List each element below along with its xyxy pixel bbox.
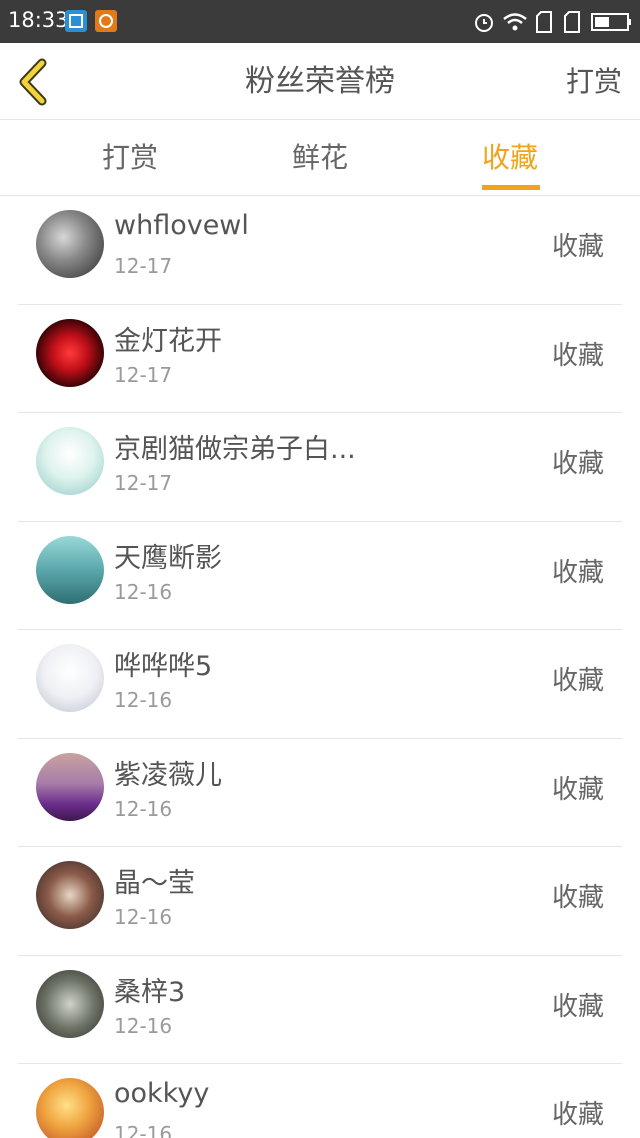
list-item[interactable]: 晶～莹 12-16 收藏	[0, 847, 640, 956]
tab-bar: 打赏 鲜花 收藏	[0, 120, 640, 196]
status-time: 18:33	[8, 8, 69, 32]
fan-name: whflovewl	[114, 210, 249, 241]
fan-date: 12-16	[114, 796, 173, 821]
avatar	[36, 210, 104, 278]
list-item[interactable]: 天鹰断影 12-16 收藏	[0, 522, 640, 630]
active-tab-indicator	[482, 185, 540, 190]
fan-date: 12-16	[114, 579, 173, 604]
fan-name: 金灯花开	[114, 325, 222, 357]
fan-name: ookkyy	[114, 1078, 210, 1109]
list-item[interactable]: 桑梓3 12-16 收藏	[0, 956, 640, 1064]
list-item[interactable]: ookkyy 12-16 收藏	[0, 1064, 640, 1138]
tab-reward[interactable]: 打赏	[60, 120, 200, 196]
list-item[interactable]: 京剧猫做宗弟子白... 12-17 收藏	[0, 413, 640, 522]
fan-name: 京剧猫做宗弟子白...	[114, 434, 356, 465]
fan-action-label: 收藏	[551, 449, 604, 479]
avatar	[36, 427, 104, 495]
chevron-left-icon	[19, 58, 47, 106]
fan-date: 12-16	[114, 1013, 173, 1038]
fan-date: 12-16	[114, 905, 173, 929]
back-button[interactable]	[14, 57, 54, 107]
fan-date: 12-17	[114, 362, 173, 387]
avatar	[36, 861, 104, 929]
battery-icon	[590, 10, 634, 34]
fan-name: 哗哗哗5	[114, 651, 213, 682]
list-item[interactable]: 紫凌薇儿 12-16 收藏	[0, 739, 640, 847]
fan-action-label: 收藏	[551, 1100, 604, 1130]
fan-name: 晶～莹	[114, 868, 195, 899]
fan-name: 天鹰断影	[114, 542, 222, 574]
wifi-icon	[502, 10, 528, 34]
list-item[interactable]: whflovewl 12-17 收藏	[0, 196, 640, 305]
list-item[interactable]: 金灯花开 12-17 收藏	[0, 305, 640, 413]
screenshot-app-icon	[65, 10, 87, 32]
avatar	[36, 535, 104, 604]
fan-action-label: 收藏	[551, 557, 604, 588]
avatar	[36, 644, 104, 712]
fan-date: 12-16	[114, 688, 173, 712]
avatar	[36, 752, 104, 821]
fan-date: 12-17	[114, 254, 173, 278]
fan-action-label: 收藏	[551, 666, 604, 696]
alarm-icon	[472, 10, 496, 34]
fan-list: whflovewl 12-17 收藏 金灯花开 12-17 收藏 京剧猫做宗弟子…	[0, 196, 640, 1138]
fan-date: 12-17	[114, 471, 173, 495]
fan-date: 12-16	[114, 1122, 173, 1138]
avatar	[36, 1078, 104, 1138]
status-bar: 18:33	[0, 0, 640, 43]
avatar	[36, 969, 104, 1038]
fan-action-label: 收藏	[551, 774, 604, 805]
fan-action-label: 收藏	[551, 340, 604, 371]
fan-action-label: 收藏	[551, 883, 604, 913]
page-title: 粉丝荣誉榜	[245, 64, 395, 99]
tab-flowers[interactable]: 鲜花	[250, 120, 390, 196]
app-header: 粉丝荣誉榜 打赏	[0, 43, 640, 120]
bubble-app-icon	[95, 10, 117, 32]
avatar	[36, 318, 104, 387]
fan-name: 桑梓3	[114, 976, 186, 1008]
fan-action-label: 收藏	[551, 232, 604, 262]
sim1-icon	[535, 10, 553, 34]
list-item[interactable]: 哗哗哗5 12-16 收藏	[0, 630, 640, 739]
reward-button[interactable]: 打赏	[566, 43, 622, 120]
fan-name: 紫凌薇儿	[114, 759, 222, 791]
fan-action-label: 收藏	[551, 991, 604, 1022]
sim2-icon	[563, 10, 581, 34]
